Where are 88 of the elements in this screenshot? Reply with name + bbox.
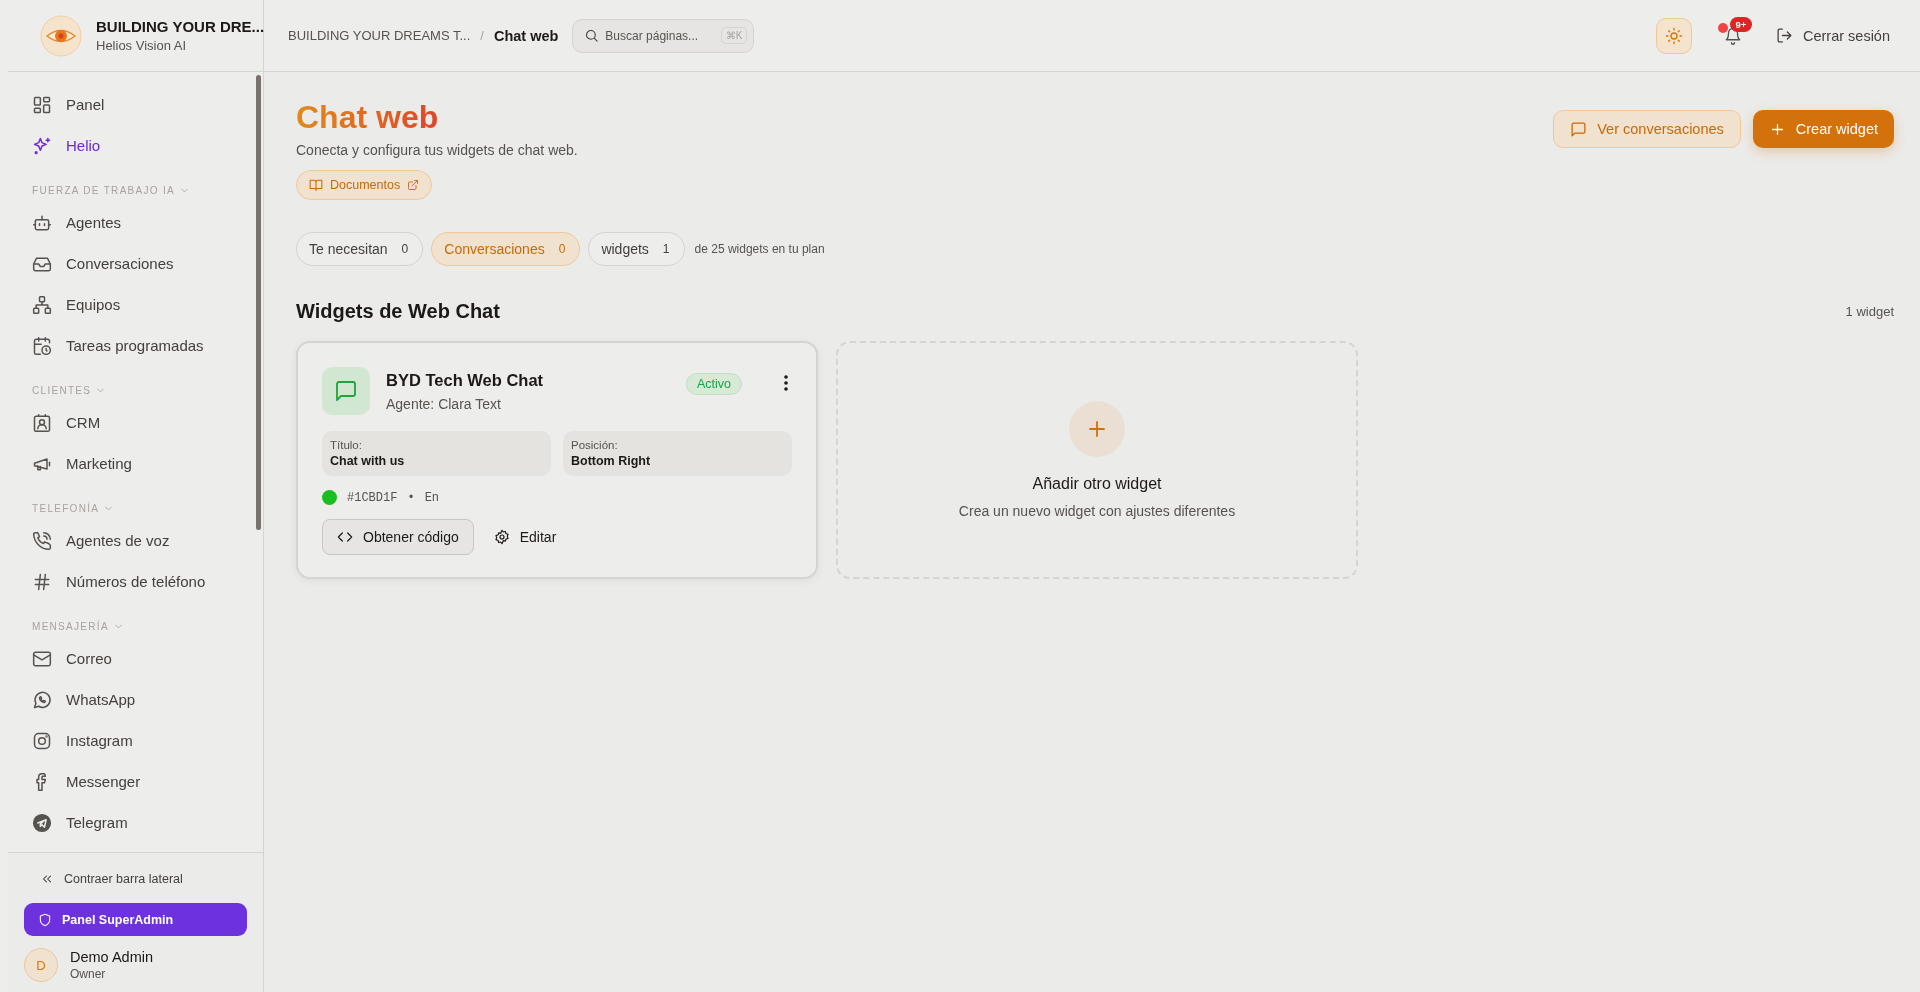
info-field: Título: Chat with us xyxy=(322,431,551,477)
logout-button[interactable]: Cerrar sesión xyxy=(1775,27,1890,44)
sidebar-item[interactable]: Agentes xyxy=(0,202,263,243)
breadcrumb-item[interactable]: BUILDING YOUR DREAMS T... xyxy=(288,28,471,43)
calendar-clock-icon xyxy=(32,335,52,356)
camera-icon xyxy=(32,730,52,751)
user-role: Owner xyxy=(70,967,107,981)
notification-count: 9+ xyxy=(1729,16,1752,32)
sidebar-item[interactable]: CRM xyxy=(0,402,263,443)
hash-icon xyxy=(32,571,52,592)
color-code: #1CBD1F xyxy=(347,490,398,505)
more-vertical-icon xyxy=(784,375,788,392)
user-avatar: D xyxy=(24,948,58,982)
breadcrumb-item: Chat web xyxy=(493,27,559,44)
bell-icon xyxy=(1723,26,1742,45)
plan-note: de 25 widgets en tu plan xyxy=(694,242,825,257)
sidebar-item-label: Correo xyxy=(66,650,112,667)
network-icon xyxy=(32,294,52,315)
organization-subtitle: Helios Vision AI xyxy=(96,38,188,53)
superadmin-button[interactable]: Panel SuperAdmin xyxy=(24,903,247,936)
sidebar-item-label: Agentes xyxy=(66,214,122,231)
status-badge: Activo xyxy=(685,373,742,396)
paper-plane-icon xyxy=(32,812,52,833)
sidebar-item-label: Números de teléfono xyxy=(66,573,206,590)
chat-bubble-icon xyxy=(334,379,358,404)
language-code: En xyxy=(424,490,440,505)
sidebar-item[interactable]: Telegram xyxy=(0,802,263,843)
user-name: Demo Admin xyxy=(70,949,153,965)
sidebar-item[interactable]: WhatsApp xyxy=(0,679,263,720)
add-widget-title: Añadir otro widget xyxy=(1032,475,1162,494)
sidebar-item-label: Panel xyxy=(66,96,105,113)
scrollbar[interactable] xyxy=(256,75,261,530)
chat-bubble-phone-icon xyxy=(32,689,52,710)
gear-icon xyxy=(493,529,510,546)
external-link-icon xyxy=(407,179,420,192)
sidebar-item-label: Marketing xyxy=(66,455,132,472)
sidebar-item[interactable]: Messenger xyxy=(0,761,263,802)
sidebar-item-label: Telegram xyxy=(66,814,128,831)
sidebar-item-label: Tareas programadas xyxy=(66,337,204,354)
sidebar-item[interactable]: Números de teléfono xyxy=(0,561,263,602)
page-subtitle: Conecta y configura tus widgets de chat web. xyxy=(296,142,578,159)
sidebar-item-label: Messenger xyxy=(66,773,141,790)
sidebar-item[interactable]: Conversaciones xyxy=(0,243,263,284)
sidebar-item-label: Conversaciones xyxy=(66,255,174,272)
sidebar-item[interactable]: Helio xyxy=(0,125,263,166)
eye-logo-icon xyxy=(40,14,82,57)
sidebar-item[interactable]: Agentes de voz xyxy=(0,520,263,561)
sparkles-icon xyxy=(32,135,52,156)
logout-icon xyxy=(1775,27,1793,44)
book-icon xyxy=(309,178,323,193)
filter-chip[interactable]: widgets 1 xyxy=(588,232,685,267)
sidebar-item[interactable]: Instagram xyxy=(0,720,263,761)
sidebar-item[interactable]: Tareas programadas xyxy=(0,325,263,366)
sidebar-item-label: Instagram xyxy=(66,732,133,749)
info-field: Posición: Bottom Right xyxy=(563,431,792,477)
edit-button[interactable]: Editar xyxy=(493,529,557,546)
shortcut-hint: ⌘K xyxy=(720,26,748,44)
add-widget-card[interactable]: Añadir otro widget Crea un nuevo widget con ajustes diferentes xyxy=(836,341,1358,580)
phone-icon xyxy=(32,530,52,551)
sidebar-item-label: Helio xyxy=(66,137,101,154)
sidebar-item-label: Agentes de voz xyxy=(66,532,170,549)
alert-dot xyxy=(1717,22,1728,33)
sidebar-item[interactable]: Correo xyxy=(0,638,263,679)
breadcrumb-separator: / xyxy=(480,28,484,43)
shield-icon xyxy=(38,912,52,927)
grid-icon xyxy=(32,94,52,115)
organization-name: BUILDING YOUR DRE... xyxy=(96,18,265,35)
double-chevron-left-icon xyxy=(40,872,54,886)
collapse-sidebar-button[interactable]: Contraer barra lateral xyxy=(24,867,247,891)
widget-agent: Agente: Clara Text xyxy=(386,396,502,413)
separator-dot: • xyxy=(407,490,415,505)
search-icon xyxy=(584,27,600,43)
filter-chip[interactable]: Te necesitan 0 xyxy=(296,232,424,267)
sidebar-item[interactable]: Marketing xyxy=(0,443,263,484)
sun-icon xyxy=(1664,26,1683,45)
sidebar-item-label: CRM xyxy=(66,414,101,431)
widget-count: 1 widget xyxy=(1845,304,1894,320)
get-code-button[interactable]: Obtener código xyxy=(322,519,474,556)
widget-name: BYD Tech Web Chat xyxy=(386,371,544,391)
contact-card-icon xyxy=(32,412,52,433)
sidebar-item[interactable]: Panel xyxy=(0,84,263,125)
theme-toggle-button[interactable] xyxy=(1655,17,1692,54)
add-widget-subtitle: Crea un nuevo widget con ajustes diferentes xyxy=(958,503,1236,520)
chat-bubble-icon xyxy=(1570,120,1588,138)
sidebar-item[interactable]: Equipos xyxy=(0,284,263,325)
sidebar-item-label: Equipos xyxy=(66,296,121,313)
section-title: Widgets de Web Chat xyxy=(296,300,500,324)
sidebar-item-label: WhatsApp xyxy=(66,691,136,708)
